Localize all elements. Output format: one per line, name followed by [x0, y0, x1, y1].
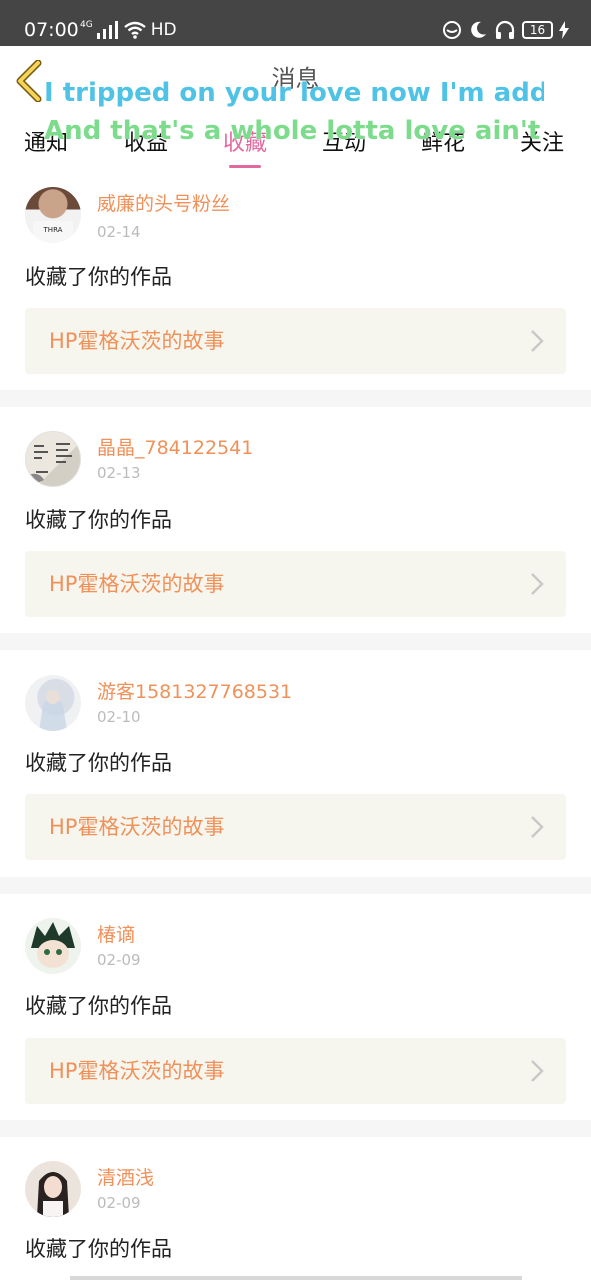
list-item: 晶晶_784122541 02-13 收藏了你的作品 HP霍格沃茨的故事 [0, 407, 591, 633]
timestamp: 02-09 [97, 1194, 141, 1212]
charging-icon [559, 21, 569, 39]
work-link[interactable]: HP霍格沃茨的故事 [25, 1038, 566, 1104]
svg-text:THRA: THRA [43, 226, 63, 234]
list-item: THRA 威廉的头号粉丝 02-14 收藏了你的作品 HP霍格沃茨的故事 [0, 172, 591, 398]
username[interactable]: 晶晶_784122541 [97, 436, 253, 460]
work-title: HP霍格沃茨的故事 [49, 572, 225, 596]
work-link[interactable]: HP霍格沃茨的故事 [25, 308, 566, 374]
cell-signal-icon [96, 21, 118, 39]
lyric-overlay-line-1: I tripped on your love now I'm addi [44, 78, 544, 109]
chevron-right-icon [531, 816, 544, 838]
network-type-label: 4G [80, 20, 93, 30]
action-text: 收藏了你的作品 [25, 1237, 172, 1261]
avatar[interactable] [25, 675, 81, 731]
action-text: 收藏了你的作品 [25, 265, 172, 289]
work-title: HP霍格沃茨的故事 [49, 1059, 225, 1083]
lyric-overlay-line-2: And that's a whole lotta love ain't [44, 116, 541, 147]
work-title: HP霍格沃茨的故事 [49, 815, 225, 839]
active-tab-indicator [229, 165, 261, 168]
scroll-indicator [70, 1276, 522, 1280]
divider [0, 1120, 591, 1137]
chevron-right-icon [531, 330, 544, 352]
action-text: 收藏了你的作品 [25, 994, 172, 1018]
wifi-icon [123, 21, 146, 39]
list-item: 清酒浅 02-09 收藏了你的作品 [0, 1137, 591, 1280]
avatar[interactable] [25, 1161, 81, 1217]
chevron-right-icon [531, 573, 544, 595]
action-text: 收藏了你的作品 [25, 751, 172, 775]
hd-label: HD [150, 20, 177, 40]
avatar[interactable] [25, 431, 81, 487]
timestamp: 02-09 [97, 951, 141, 969]
username[interactable]: 游客1581327768531 [97, 680, 292, 704]
headphones-icon [495, 20, 515, 39]
battery-icon: 16 [522, 21, 553, 39]
divider [0, 877, 591, 894]
status-bar: 07:00 4G HD 16 [0, 0, 591, 46]
avatar[interactable]: THRA [25, 187, 81, 243]
username[interactable]: 威廉的头号粉丝 [97, 192, 230, 216]
moon-icon [471, 21, 486, 38]
status-time: 07:00 [24, 19, 79, 41]
chevron-right-icon [531, 1060, 544, 1082]
timestamp: 02-10 [97, 708, 141, 726]
timestamp: 02-13 [97, 464, 141, 482]
action-text: 收藏了你的作品 [25, 508, 172, 532]
work-link[interactable]: HP霍格沃茨的故事 [25, 794, 566, 860]
work-title: HP霍格沃茨的故事 [49, 329, 225, 353]
list-item: 游客1581327768531 02-10 收藏了你的作品 HP霍格沃茨的故事 [0, 650, 591, 876]
username[interactable]: 清酒浅 [97, 1166, 154, 1190]
battery-level: 16 [529, 23, 546, 37]
work-link[interactable]: HP霍格沃茨的故事 [25, 551, 566, 617]
divider [0, 390, 591, 407]
list-item: 椿谪 02-09 收藏了你的作品 HP霍格沃茨的故事 [0, 894, 591, 1120]
divider [0, 633, 591, 650]
avatar[interactable] [25, 918, 81, 974]
eye-comfort-icon [443, 21, 461, 39]
username[interactable]: 椿谪 [97, 923, 135, 947]
timestamp: 02-14 [97, 223, 141, 241]
